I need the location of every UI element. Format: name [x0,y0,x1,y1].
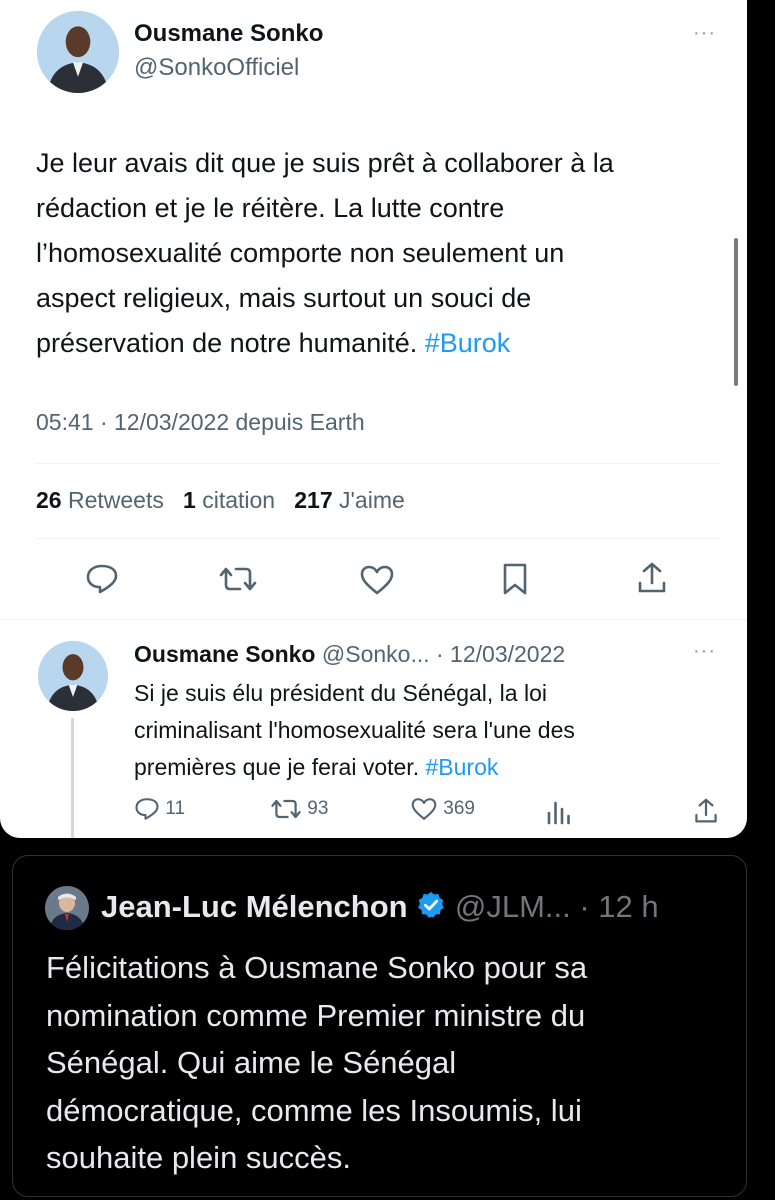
share-icon[interactable] [637,561,667,595]
retweets-count: 26 [36,487,62,513]
reply-count: 11 [165,798,186,819]
reply-text-tail: premières que je ferai voter. [134,754,420,780]
tweet-text-line: aspect religieux, mais surtout un souci … [36,283,532,313]
quote-text: Félicitations à Ousmane Sonko pour sa no… [46,944,736,1182]
retweets-stat[interactable]: 26 Retweets [36,487,164,513]
avatar[interactable] [37,11,119,93]
avatar-photo [37,11,119,93]
avatar-photo [38,641,108,711]
verified-badge-icon [416,890,446,928]
tweet-text: Je leur avais dit que je suis prêt à col… [36,141,736,366]
quote-header: Jean-Luc Mélenchon @JLM... · 12 h [101,889,659,928]
quote-avatar-photo [45,886,89,930]
quote-time: · 12 h [579,889,659,924]
likes-label: J'aime [339,487,405,513]
reply-hashtag-link[interactable]: #Burok [425,754,498,780]
tweet-timestamp[interactable]: 05:41 · 12/03/2022 depuis Earth [36,409,365,436]
like-small-icon [411,798,437,820]
tweet-text-line: préservation de notre humanité. #Burok [36,321,736,366]
quote-tweet-card[interactable]: Jean-Luc Mélenchon @JLM... · 12 h Félici… [12,855,747,1197]
reply-header: Ousmane Sonko @Sonko... · 12/03/2022 [134,641,565,668]
scrollbar[interactable] [734,238,738,386]
quotes-label: citation [202,487,276,513]
reply-small-icon [135,798,159,820]
author-name[interactable]: Ousmane Sonko [134,20,323,48]
quote-text-line: démocratique, comme les Insoumis, lui [46,1092,582,1128]
quote-avatar[interactable] [45,886,89,930]
likes-stat[interactable]: 217 J'aime [294,487,405,513]
quotes-stat[interactable]: 1 citation [183,487,275,513]
tweet-text-line: Je leur avais dit que je suis prêt à col… [36,148,614,178]
quote-text-line: Félicitations à Ousmane Sonko pour sa [46,950,588,985]
reply-text-line: Si je suis élu président du Sénégal, la … [134,680,547,706]
reply-handle-date[interactable]: @Sonko... · 12/03/2022 [322,641,565,667]
tweet-text-line: rédaction et je le réitère. La lutte con… [36,193,505,223]
reply-text-line: criminalisant l'homosexualité sera l'une… [134,717,575,743]
quote-author-name[interactable]: Jean-Luc Mélenchon [101,889,408,924]
divider [36,463,722,464]
divider [36,538,722,539]
hashtag-link[interactable]: #Burok [425,328,511,358]
retweet-small-icon [271,799,301,819]
retweet-count: 93 [307,798,329,819]
reply-share-icon[interactable] [694,797,718,825]
reply-text: Si je suis élu président du Sénégal, la … [134,675,734,786]
tweet-card: Ousmane Sonko @SonkoOfficiel ··· Je leur… [0,0,747,838]
bookmark-icon[interactable] [501,562,529,596]
like-icon[interactable] [359,564,395,596]
reply-like-button[interactable]: 369 [410,797,475,821]
tweet-stats: 26 Retweets 1 citation 217 J'aime [36,487,405,514]
quote-handle[interactable]: @JLM... [455,889,571,924]
tweet-text-line: l’homosexualité comporte non seulement u… [36,238,565,268]
author-handle[interactable]: @SonkoOfficiel [134,54,299,82]
thread-line [71,718,74,838]
reply-retweet-button[interactable]: 93 [270,797,328,821]
quote-text-line: nomination comme Premier ministre du [46,997,586,1033]
reply-text-line: premières que je ferai voter. #Burok [134,749,734,786]
reply-reply-button[interactable]: 11 [134,797,185,821]
retweet-icon[interactable] [218,565,258,593]
likes-count: 217 [294,487,333,513]
divider [0,619,747,620]
reply-more-options-icon[interactable]: ··· [693,640,716,663]
reply-author-name[interactable]: Ousmane Sonko [134,641,315,667]
quote-text-line: souhaite plein succès. [46,1140,352,1175]
avatar[interactable] [38,641,108,711]
more-options-icon[interactable]: ··· [693,22,716,45]
tweet-text-tail: préservation de notre humanité. [36,328,418,358]
quote-text-line: Sénégal. Qui aime le Sénégal [46,1045,457,1080]
reply-icon[interactable] [85,563,119,595]
like-count: 369 [443,798,475,819]
retweets-label: Retweets [67,487,164,513]
analytics-icon[interactable] [546,799,572,825]
quotes-count: 1 [183,487,196,513]
